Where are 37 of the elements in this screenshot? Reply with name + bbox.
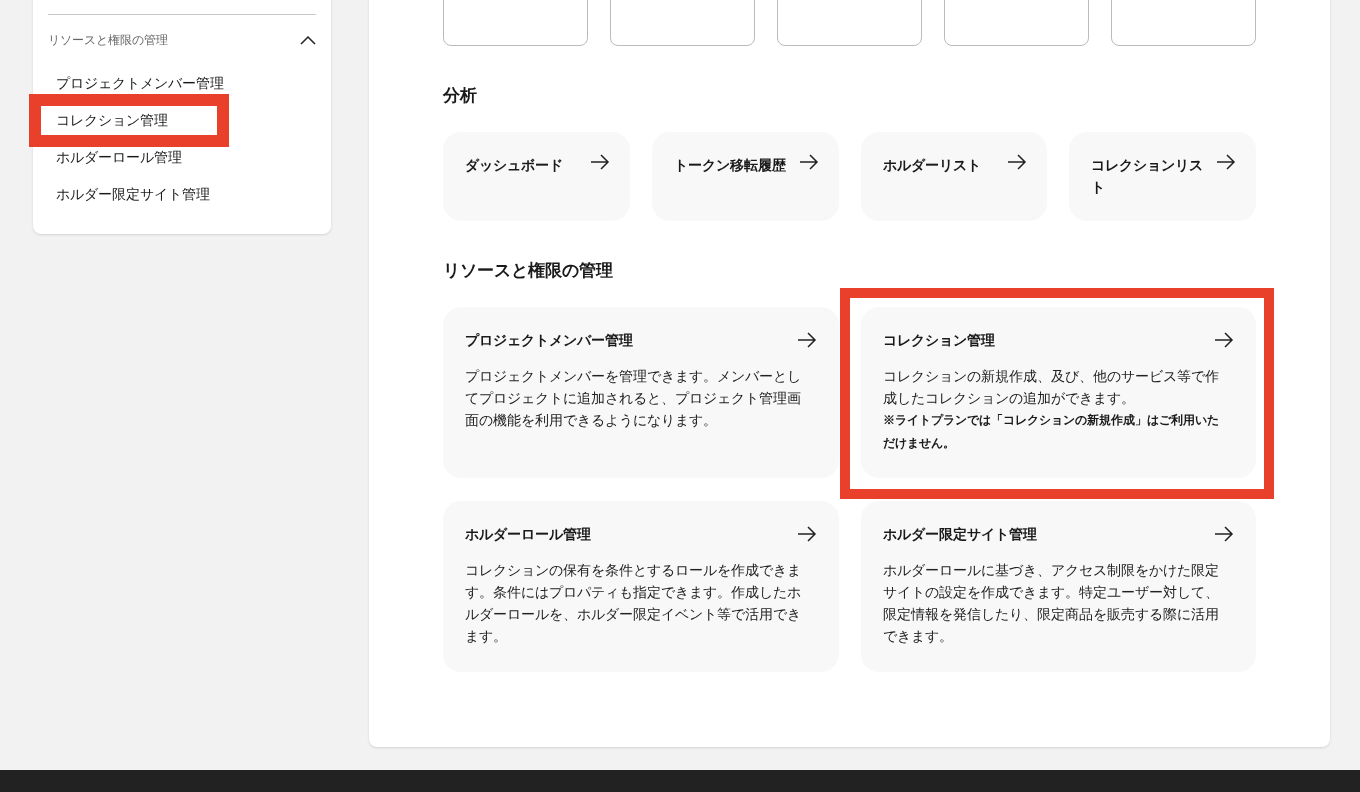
section-heading: リソースと権限の管理 xyxy=(443,260,614,282)
sidebar-section-title: リソースと権限の管理 xyxy=(48,32,168,49)
card-description: コレクションの新規作成、及び、他のサービス等で作成したコレクションの追加ができます。 xyxy=(882,367,1220,408)
feature-card[interactable]: ホルダーロール管理 コレクションの保有を条件とするロールを作成できます。条件にはプロパティも指定できます。作成したホルダーロールを、ホルダー限定イベント等で活用できます。 xyxy=(443,501,839,672)
arrow-right-icon xyxy=(796,526,817,542)
arrow-right-icon xyxy=(1214,332,1234,348)
link-card[interactable]: ダッシュボード xyxy=(443,132,630,221)
card-title: ホルダーリスト xyxy=(882,156,981,175)
arrow-right-icon xyxy=(796,332,817,348)
card-title: コレクション管理 xyxy=(882,331,995,350)
arrow-right-icon xyxy=(798,154,819,170)
card-title: ホルダー限定サイト管理 xyxy=(882,525,1037,544)
arrow-right-icon xyxy=(589,154,610,170)
section-heading: 分析 xyxy=(443,85,478,107)
card-description: コレクションの保有を条件とするロールを作成できます。条件にはプロパティも指定できます。作成したホルダーロールを、ホルダー限定イベント等で活用できます。 xyxy=(465,561,802,646)
feature-card[interactable]: ホルダー限定サイト管理 ホルダーロールに基づき、アクセス制限をかけた限定サイトの設定を作成できます。特定ユーザー対して、限定情報を発信したり、限定商品を販売する際に活用できます。 xyxy=(860,501,1256,672)
card-title: ダッシュボード xyxy=(465,156,563,175)
chevron-icon[interactable] xyxy=(300,35,316,45)
sidebar-item[interactable]: ホルダーロール管理 xyxy=(56,149,182,165)
arrow-right-icon xyxy=(1007,154,1028,170)
arrow-right-icon xyxy=(1214,526,1234,542)
sidebar-item[interactable]: コレクション管理 xyxy=(56,112,168,128)
arrow-right-icon xyxy=(1216,154,1236,170)
link-card[interactable]: ホルダーリスト xyxy=(860,132,1048,221)
sidebar-item[interactable]: プロジェクトメンバー管理 xyxy=(56,75,224,91)
card-description: プロジェクトメンバーを管理できます。メンバーとしてプロジェクトに追加されると、プロジェクト管理画面の機能を利用できるようになります。 xyxy=(465,367,802,430)
card-description: ホルダーロールに基づき、アクセス制限をかけた限定サイトの設定を作成できます。特定ユーザー対して、限定情報を発信したり、限定商品を販売する際に活用できます。 xyxy=(882,561,1220,646)
feature-card[interactable]: コレクション管理 コレクションの新規作成、及び、他のサービス等で作成したコレクションの追加ができます。 ※ライトプランでは「コレクションの新規作成」はご利用いただけません。 xyxy=(860,307,1256,478)
sidebar-item[interactable]: ホルダー限定サイト管理 xyxy=(56,186,210,202)
card-title: コレクションリスト xyxy=(1091,156,1205,197)
card-title: ホルダーロール管理 xyxy=(465,525,591,544)
link-card[interactable]: トークン移転履歴 xyxy=(651,132,839,221)
card-note: ※ライトプランでは「コレクションの新規作成」はご利用いただけません。 xyxy=(882,412,1220,452)
link-card[interactable]: コレクションリスト xyxy=(1069,132,1256,221)
feature-card[interactable]: プロジェクトメンバー管理 プロジェクトメンバーを管理できます。メンバーとしてプロジェクトに追加されると、プロジェクト管理画面の機能を利用できるようになります。 xyxy=(443,307,839,478)
card-title: プロジェクトメンバー管理 xyxy=(465,331,633,350)
card-title: トークン移転履歴 xyxy=(673,156,786,175)
